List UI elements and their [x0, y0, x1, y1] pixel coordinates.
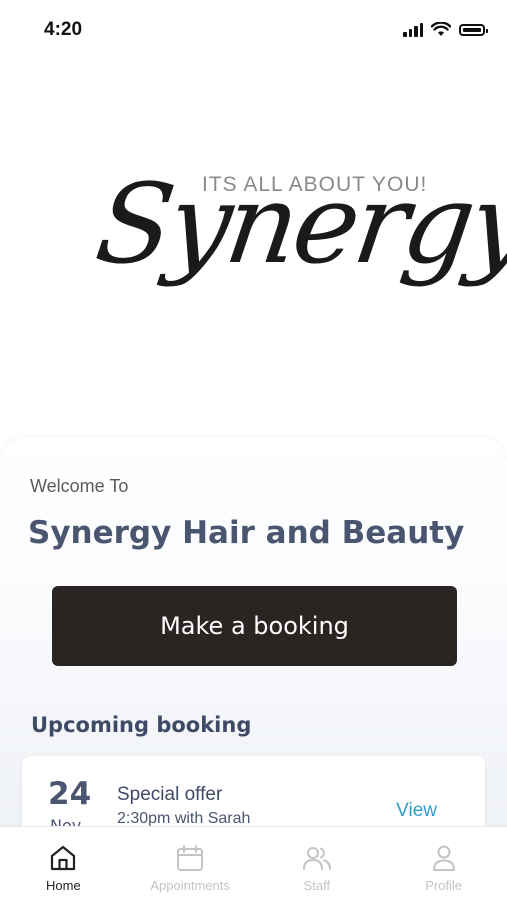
- users-icon: [302, 847, 331, 870]
- tab-home[interactable]: Home: [0, 827, 127, 901]
- view-booking-link[interactable]: View: [396, 800, 437, 822]
- tab-profile-label: Profile: [425, 878, 463, 893]
- welcome-label: Welcome To: [30, 476, 129, 496]
- tab-staff-label: Staff: [303, 878, 331, 893]
- tab-home-label: Home: [46, 878, 81, 893]
- battery-icon: [459, 23, 488, 36]
- tab-staff[interactable]: Staff: [254, 827, 381, 901]
- person-icon: [432, 845, 455, 871]
- calendar-icon: [177, 845, 204, 871]
- cellular-signal-icon: [403, 22, 423, 37]
- status-bar: 4:20: [0, 0, 507, 60]
- booking-title: Special offer: [117, 784, 223, 805]
- make-booking-button[interactable]: Make a booking: [52, 586, 457, 666]
- tab-appointments[interactable]: Appointments: [127, 827, 254, 901]
- bottom-tab-bar: Home Appointments Staff Profile: [0, 826, 507, 901]
- status-icons: [403, 22, 488, 37]
- wifi-icon: [431, 22, 451, 36]
- tab-appointments-label: Appointments: [150, 878, 230, 893]
- tab-profile[interactable]: Profile: [380, 827, 507, 901]
- booking-day: 24: [48, 776, 92, 812]
- upcoming-booking-heading: Upcoming booking: [31, 713, 252, 737]
- salon-name: Synergy Hair and Beauty: [28, 515, 465, 551]
- status-time: 4:20: [44, 19, 83, 40]
- brand-logo: Synergy ITS ALL ABOUT YOU!: [70, 140, 507, 360]
- home-icon: [51, 845, 76, 871]
- logo-tagline: ITS ALL ABOUT YOU!: [202, 173, 428, 196]
